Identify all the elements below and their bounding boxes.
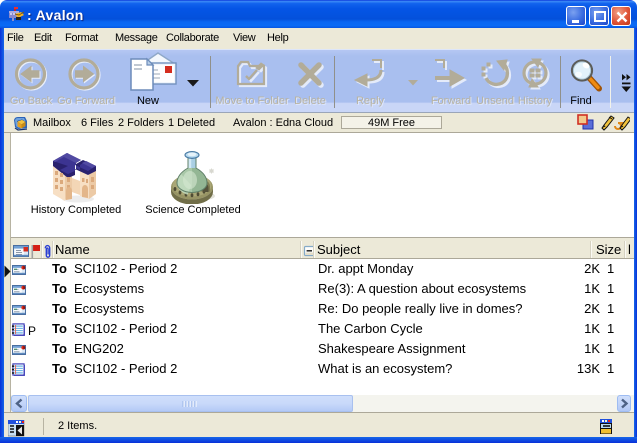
svg-text:P: P xyxy=(28,324,36,338)
